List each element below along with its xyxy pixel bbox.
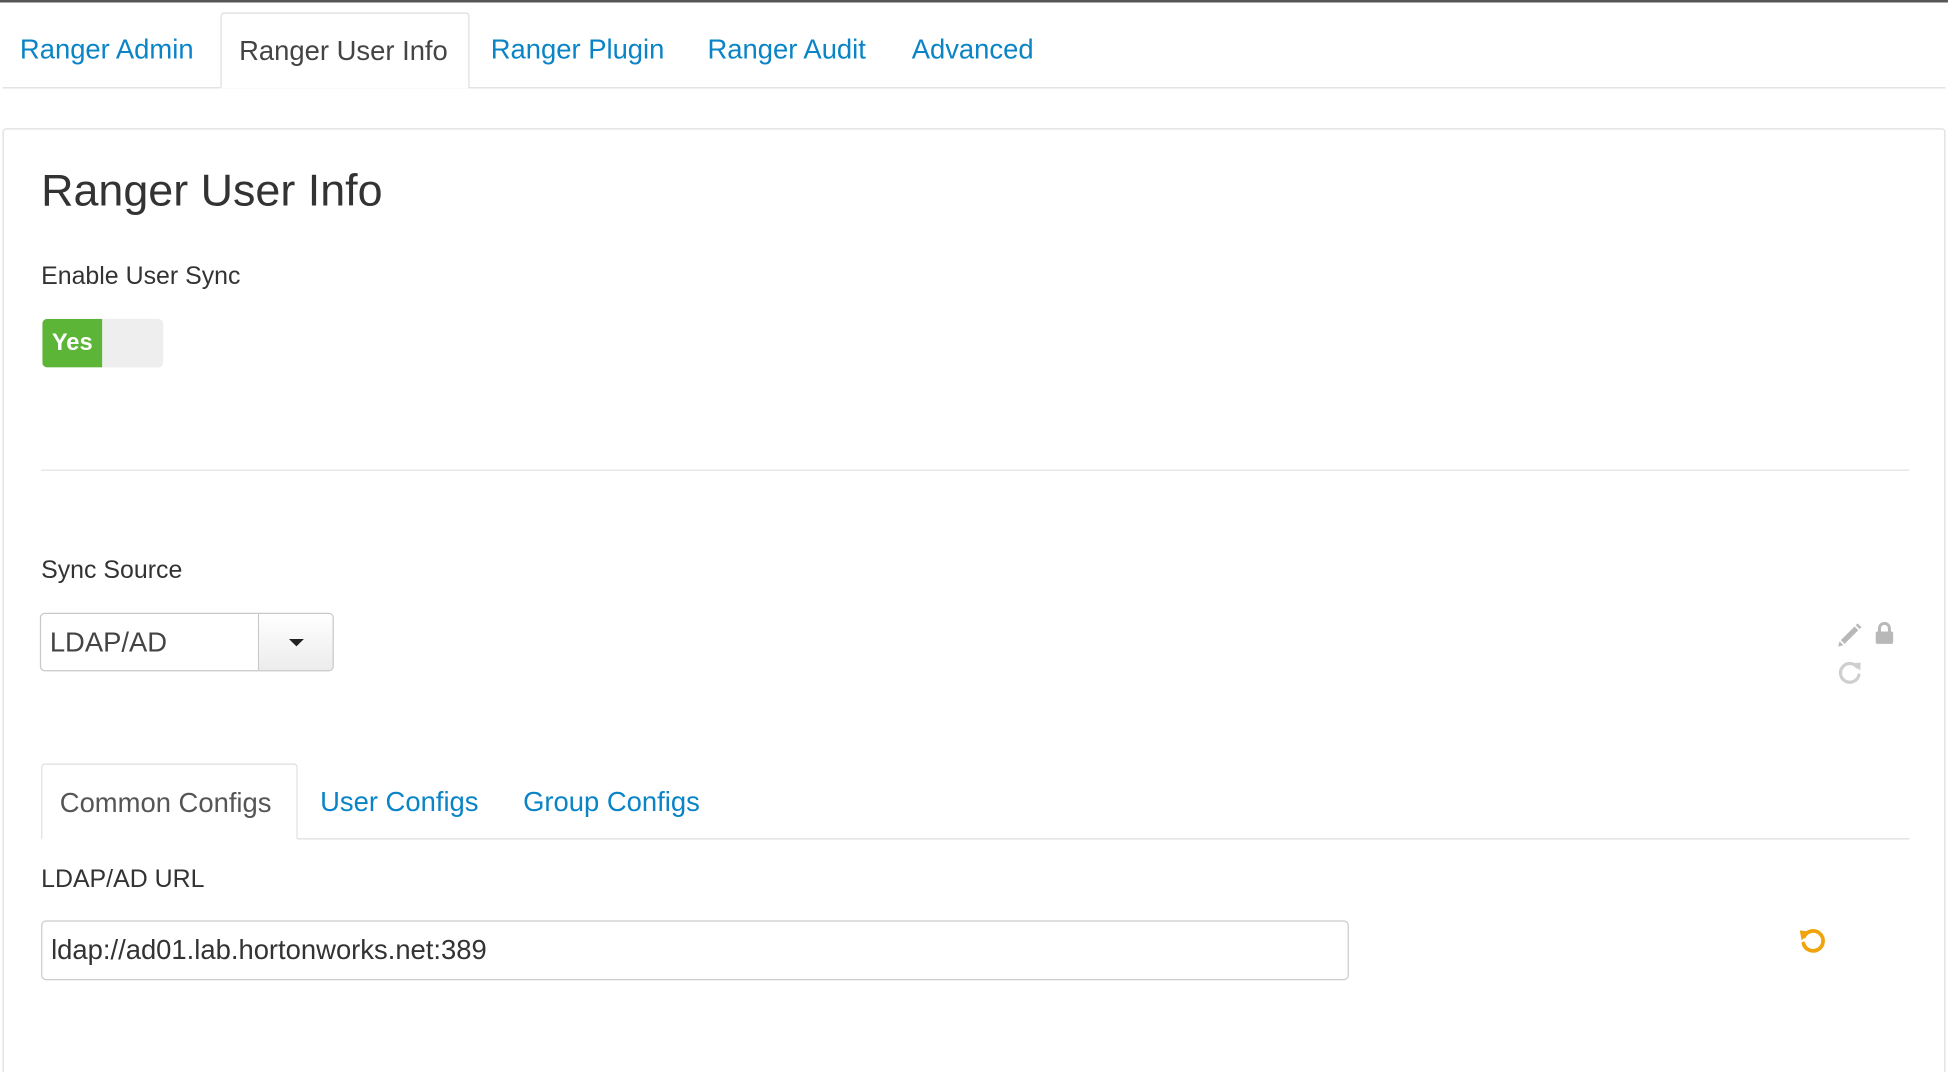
tab-user-configs[interactable]: User Configs [320, 763, 478, 839]
sync-source-dropdown-button[interactable] [257, 614, 333, 671]
config-tab-bar: Common Configs User Configs Group Config… [41, 763, 1910, 840]
tab-advanced[interactable]: Advanced [912, 12, 1034, 88]
sync-source-select[interactable]: LDAP/AD [39, 612, 334, 672]
toggle-yes-label: Yes [42, 318, 103, 368]
tab-group-configs[interactable]: Group Configs [523, 763, 700, 839]
tab-ranger-user-info[interactable]: Ranger User Info [220, 12, 470, 89]
ranger-user-info-panel: Ranger User Info Enable User Sync Yes Sy… [2, 128, 1946, 1072]
lock-icon[interactable] [1872, 620, 1897, 645]
tab-ranger-admin[interactable]: Ranger Admin [20, 12, 194, 88]
ldap-url-label: LDAP/AD URL [41, 865, 205, 894]
window-top-border [0, 0, 1948, 3]
sync-source-label: Sync Source [41, 556, 183, 585]
tab-ranger-audit[interactable]: Ranger Audit [707, 12, 865, 88]
caret-down-icon [288, 638, 304, 647]
sync-source-value: LDAP/AD [49, 626, 168, 658]
pencil-icon[interactable] [1836, 622, 1863, 649]
enable-user-sync-toggle[interactable]: Yes [42, 318, 164, 368]
tab-ranger-plugin[interactable]: Ranger Plugin [491, 12, 665, 88]
enable-user-sync-label: Enable User Sync [41, 262, 241, 291]
section-title: Ranger User Info [41, 164, 383, 216]
tab-common-configs[interactable]: Common Configs [41, 763, 298, 840]
ranger-config-page: Ranger Admin Ranger User Info Ranger Plu… [0, 0, 1948, 1072]
ldap-url-input[interactable] [41, 920, 1349, 981]
refresh-icon[interactable] [1836, 659, 1863, 686]
undo-icon[interactable] [1797, 925, 1827, 955]
top-tab-bar: Ranger Admin Ranger User Info Ranger Plu… [2, 12, 1946, 89]
section-divider [41, 469, 1910, 471]
